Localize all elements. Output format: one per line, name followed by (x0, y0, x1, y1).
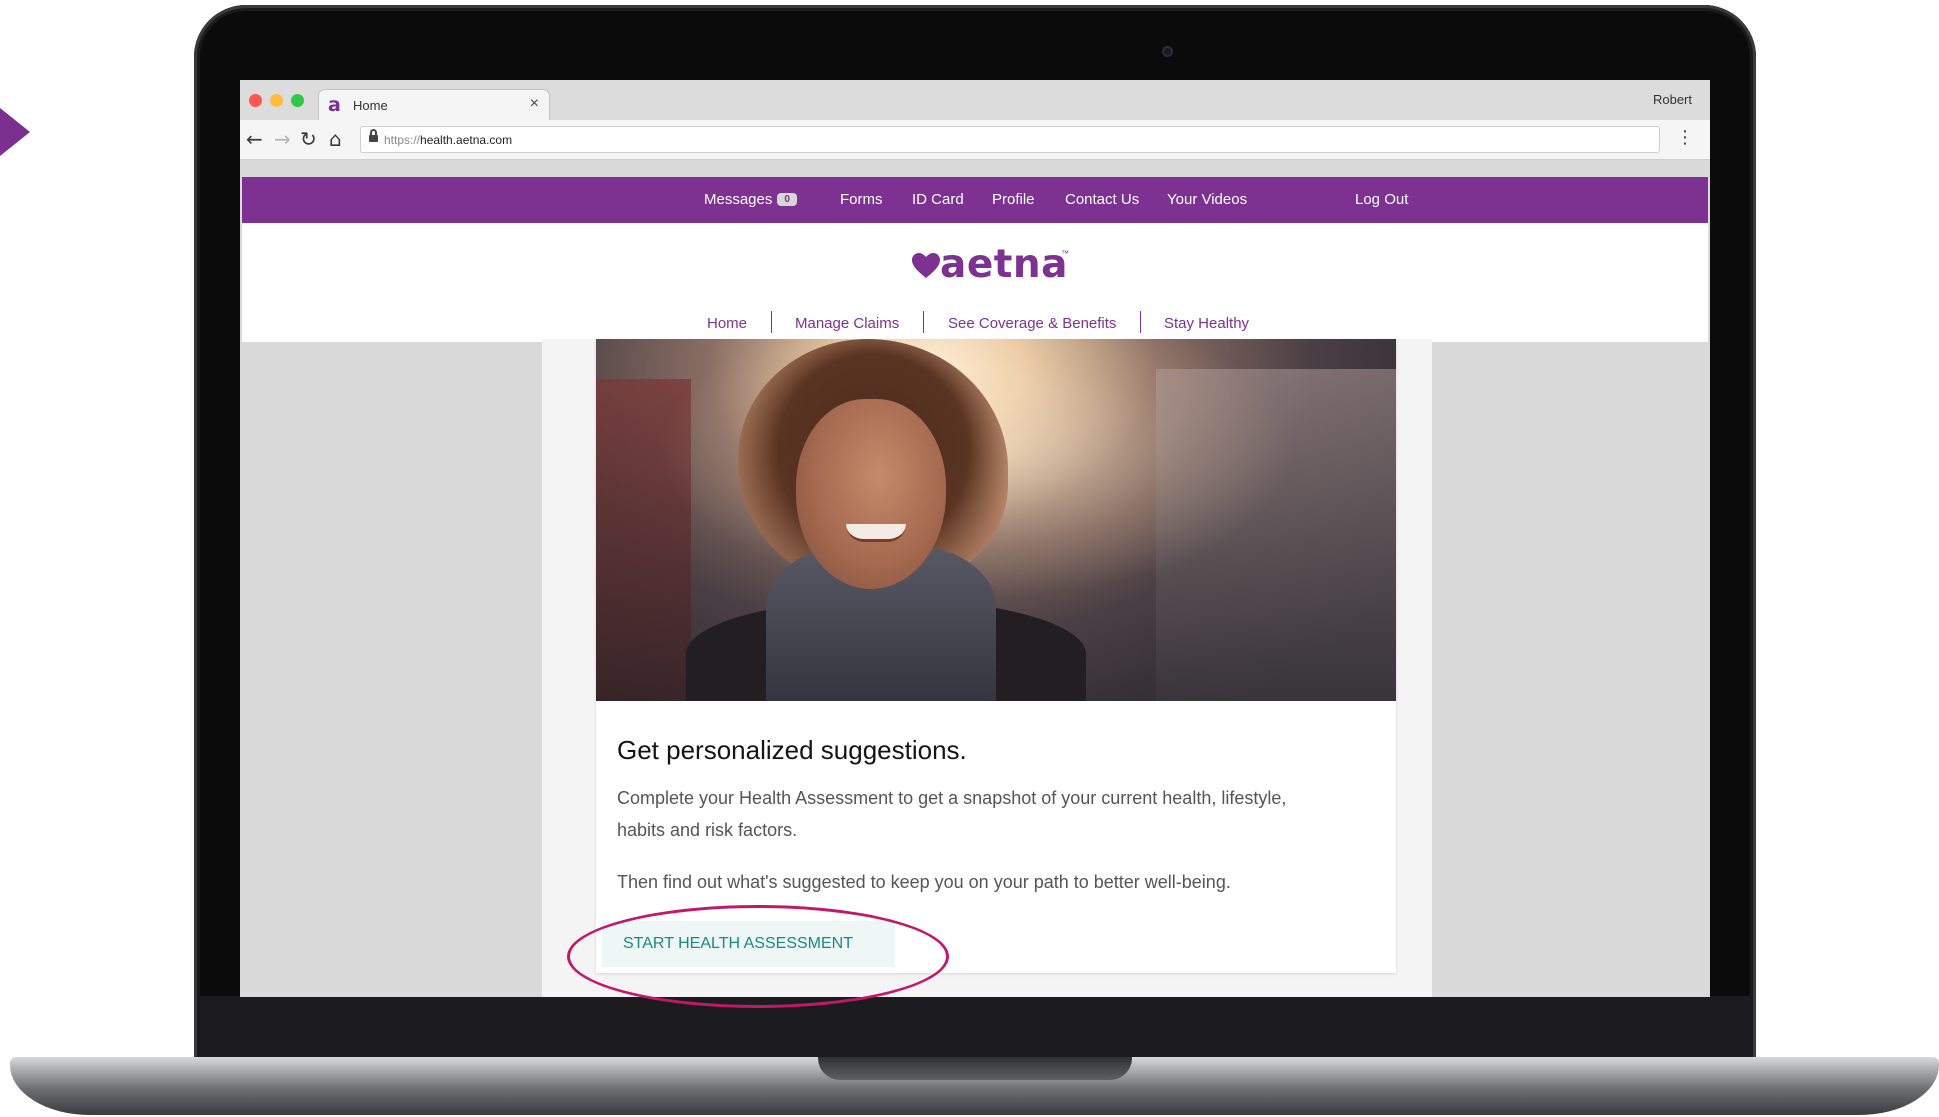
site-header: aetna ™ Home Manage Claims See Coverage … (242, 223, 1708, 342)
aetna-favicon-icon: a (328, 94, 341, 116)
nav-profile[interactable]: Profile (992, 191, 1035, 208)
subnav-home[interactable]: Home (707, 315, 747, 332)
nav-your-videos[interactable]: Your Videos (1167, 191, 1247, 208)
close-icon[interactable]: × (530, 95, 539, 113)
subnav-manage-claims[interactable]: Manage Claims (795, 315, 899, 332)
window-close-icon[interactable] (249, 94, 262, 107)
reload-icon[interactable]: ↻ (300, 128, 317, 150)
laptop-chin (199, 996, 1751, 1060)
laptop-screen: a Home × Robert ← → ↻ ⌂ https://health.a… (240, 80, 1710, 997)
nav-contact-us[interactable]: Contact Us (1065, 191, 1139, 208)
url-text[interactable]: https://health.aetna.com (384, 133, 512, 147)
nav-forms[interactable]: Forms (840, 191, 883, 208)
logo-wordmark: aetna (940, 242, 1068, 287)
browser-tab[interactable]: a Home × (318, 89, 550, 120)
home-icon[interactable]: ⌂ (329, 128, 342, 150)
logo-trademark: ™ (1061, 249, 1069, 258)
nav-id-card[interactable]: ID Card (912, 191, 964, 208)
address-bar[interactable]: https://health.aetna.com (360, 126, 1660, 153)
subnav-divider (1140, 311, 1141, 333)
subnav-stay-healthy[interactable]: Stay Healthy (1164, 315, 1249, 332)
tab-title: Home (353, 98, 388, 113)
browser-tab-strip: a Home × Robert (240, 80, 1710, 120)
card-followup-text: Then find out what's suggested to keep y… (617, 872, 1231, 892)
nav-messages[interactable]: Messages 0 (704, 191, 797, 208)
url-host: health.aetna.com (420, 133, 513, 147)
subnav-divider (771, 311, 772, 333)
profile-name[interactable]: Robert (1653, 92, 1692, 107)
forward-icon[interactable]: → (274, 128, 291, 150)
menu-icon[interactable]: ⋮ (1676, 128, 1694, 148)
window-maximize-icon[interactable] (291, 94, 304, 107)
messages-count-badge: 0 (777, 193, 797, 206)
card-title: Get personalized suggestions. (617, 735, 967, 765)
url-scheme: https:// (384, 133, 421, 147)
back-icon[interactable]: ← (246, 128, 263, 150)
stage: a Home × Robert ← → ↻ ⌂ https://health.a… (0, 0, 1939, 1117)
subnav-see-coverage-benefits[interactable]: See Coverage & Benefits (948, 315, 1116, 332)
content-panel: Get personalized suggestions. Complete y… (542, 339, 1432, 997)
top-nav-bar: Messages 0 Forms ID Card Profile Contact … (242, 177, 1708, 223)
lock-icon (369, 129, 378, 143)
heart-icon (912, 253, 940, 278)
browser-toolbar: ← → ↻ ⌂ https://health.aetna.com ⋮ (240, 120, 1710, 160)
laptop-notch (818, 1057, 1132, 1080)
card-description: Complete your Health Assessment to get a… (617, 788, 1287, 840)
hero-image (596, 339, 1396, 701)
window-minimize-icon[interactable] (270, 94, 283, 107)
nav-log-out[interactable]: Log Out (1355, 191, 1408, 208)
subnav-divider (923, 311, 924, 333)
pointer-arrow-icon (0, 108, 30, 156)
web-page: Messages 0 Forms ID Card Profile Contact … (240, 161, 1710, 997)
health-assessment-card: Get personalized suggestions. Complete y… (596, 339, 1396, 973)
highlight-ring (567, 905, 949, 1008)
nav-messages-label: Messages (704, 191, 773, 208)
camera-icon (1162, 46, 1173, 57)
